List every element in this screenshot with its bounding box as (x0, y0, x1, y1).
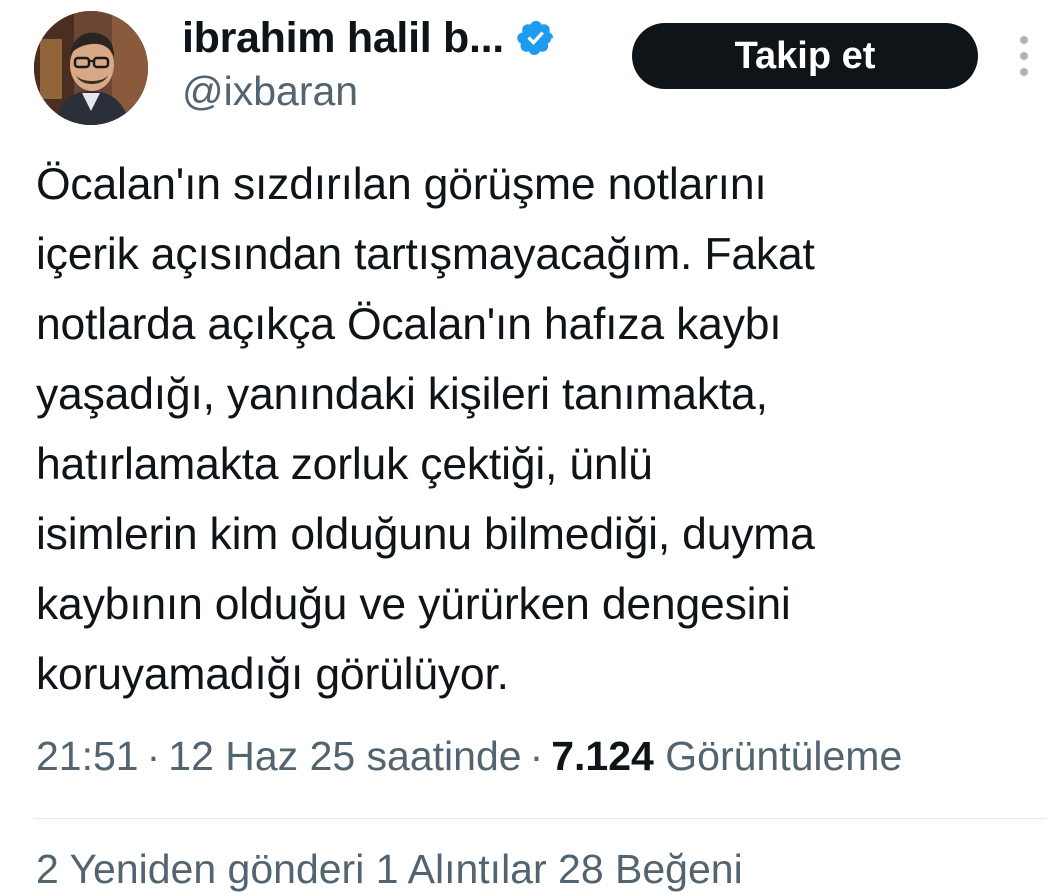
more-vertical-icon[interactable] (1010, 36, 1038, 76)
engagement-stats[interactable]: 2 Yeniden gönderi 1 Alıntılar 28 Beğeni (36, 846, 743, 896)
user-handle[interactable]: @ixbaran (182, 68, 358, 115)
verified-badge-icon[interactable] (516, 18, 556, 58)
tweet-meta: 21:51 · 12 Haz 25 saatinde · 7.124 Görün… (36, 728, 902, 784)
divider (34, 818, 1046, 819)
follow-button[interactable]: Takip et (632, 23, 978, 89)
avatar[interactable] (34, 11, 148, 125)
tweet-header: ibrahim halil b... @ixbaran Takip et (0, 0, 1064, 140)
name-row: ibrahim halil b... (182, 12, 556, 64)
meta-separator: · (529, 732, 544, 779)
display-name[interactable]: ibrahim halil b... (182, 14, 504, 63)
tweet-time[interactable]: 21:51 (36, 733, 139, 780)
meta-separator: · (146, 732, 161, 779)
views-label[interactable]: Görüntüleme (665, 733, 902, 780)
tweet-date[interactable]: 12 Haz 25 saatinde (168, 733, 521, 780)
views-count[interactable]: 7.124 (551, 733, 654, 780)
avatar-image (34, 11, 148, 125)
tweet-text: Öcalan'ın sızdırılan görüşme notlarını i… (36, 160, 815, 699)
